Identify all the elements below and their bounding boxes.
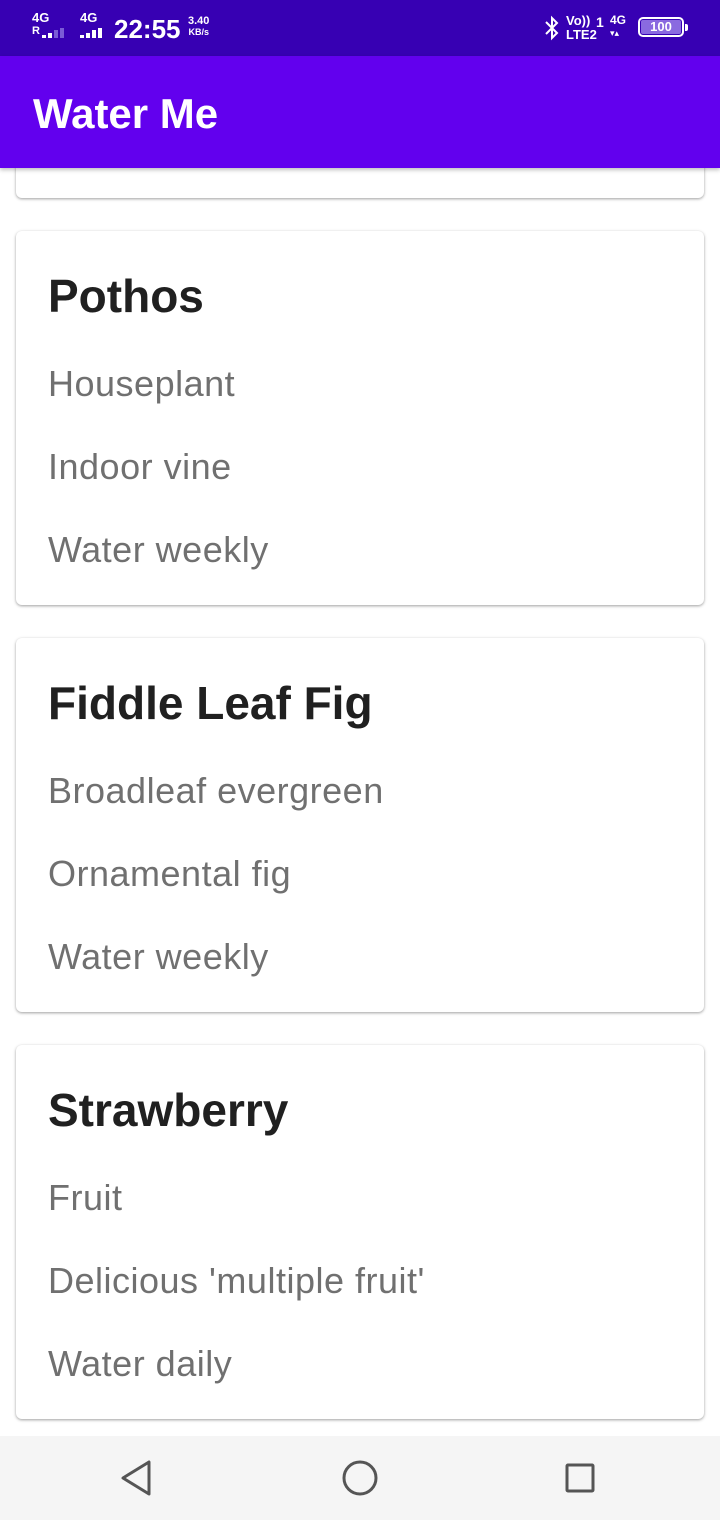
sim-slot-indicator: 1 — [596, 14, 604, 30]
plant-schedule: Water daily — [48, 1343, 233, 1384]
data-activity-icon: ▾▴ — [610, 28, 620, 38]
battery-icon: 100 — [638, 17, 688, 37]
bluetooth-icon — [545, 15, 559, 41]
network-speed-unit: KB/s — [188, 27, 209, 37]
plant-name: Fiddle Leaf Fig — [48, 677, 373, 729]
signal-strength-2-icon — [80, 28, 102, 38]
signal-strength-1-icon — [42, 28, 64, 38]
plant-type: Fruit — [48, 1177, 123, 1218]
plant-description: Ornamental fig — [48, 853, 292, 894]
home-button[interactable] — [338, 1456, 382, 1500]
plant-card[interactable]: Pothos Houseplant Indoor vine Water week… — [16, 231, 704, 605]
system-navigation-bar — [0, 1436, 720, 1520]
back-button[interactable] — [115, 1456, 159, 1500]
status-bar: 4G R 4G 22:55 3.40 KB/s Vo)) LTE2 1 4G ▾… — [0, 0, 720, 56]
data-network-type: 4G — [610, 13, 627, 27]
plant-name: Pothos — [48, 270, 204, 322]
data-network-indicator: 4G ▾▴ — [610, 14, 626, 40]
network-speed-value: 3.40 — [188, 15, 210, 27]
plant-list[interactable]: Pothos Houseplant Indoor vine Water week… — [0, 168, 720, 1436]
back-triangle-icon — [121, 1460, 151, 1496]
plant-name: Strawberry — [48, 1084, 289, 1136]
plant-card-partial[interactable] — [16, 168, 704, 198]
plant-schedule: Water weekly — [48, 529, 269, 570]
home-circle-icon — [342, 1460, 378, 1496]
lte-label: LTE2 — [566, 27, 597, 42]
plant-card[interactable]: Strawberry Fruit Delicious 'multiple fru… — [16, 1045, 704, 1419]
battery-level: 100 — [650, 19, 672, 34]
plant-type: Broadleaf evergreen — [48, 770, 384, 811]
recents-square-icon — [565, 1463, 595, 1493]
network-type-1: 4G — [32, 10, 50, 25]
app-bar: Water Me — [0, 56, 720, 168]
plant-card[interactable]: Fiddle Leaf Fig Broadleaf evergreen Orna… — [16, 638, 704, 1012]
app-title: Water Me — [33, 90, 219, 137]
plant-description: Indoor vine — [48, 446, 232, 487]
volte-label: Vo)) — [566, 13, 591, 28]
roaming-indicator: R — [32, 25, 40, 37]
volte-indicator: Vo)) LTE2 — [566, 14, 597, 42]
plant-schedule: Water weekly — [48, 936, 269, 977]
network-type-2: 4G — [80, 10, 98, 25]
network-speed: 3.40 KB/s — [188, 16, 209, 38]
recents-button[interactable] — [558, 1456, 602, 1500]
plant-type: Houseplant — [48, 363, 236, 404]
clock: 22:55 — [114, 14, 181, 44]
plant-description: Delicious 'multiple fruit' — [48, 1260, 425, 1301]
